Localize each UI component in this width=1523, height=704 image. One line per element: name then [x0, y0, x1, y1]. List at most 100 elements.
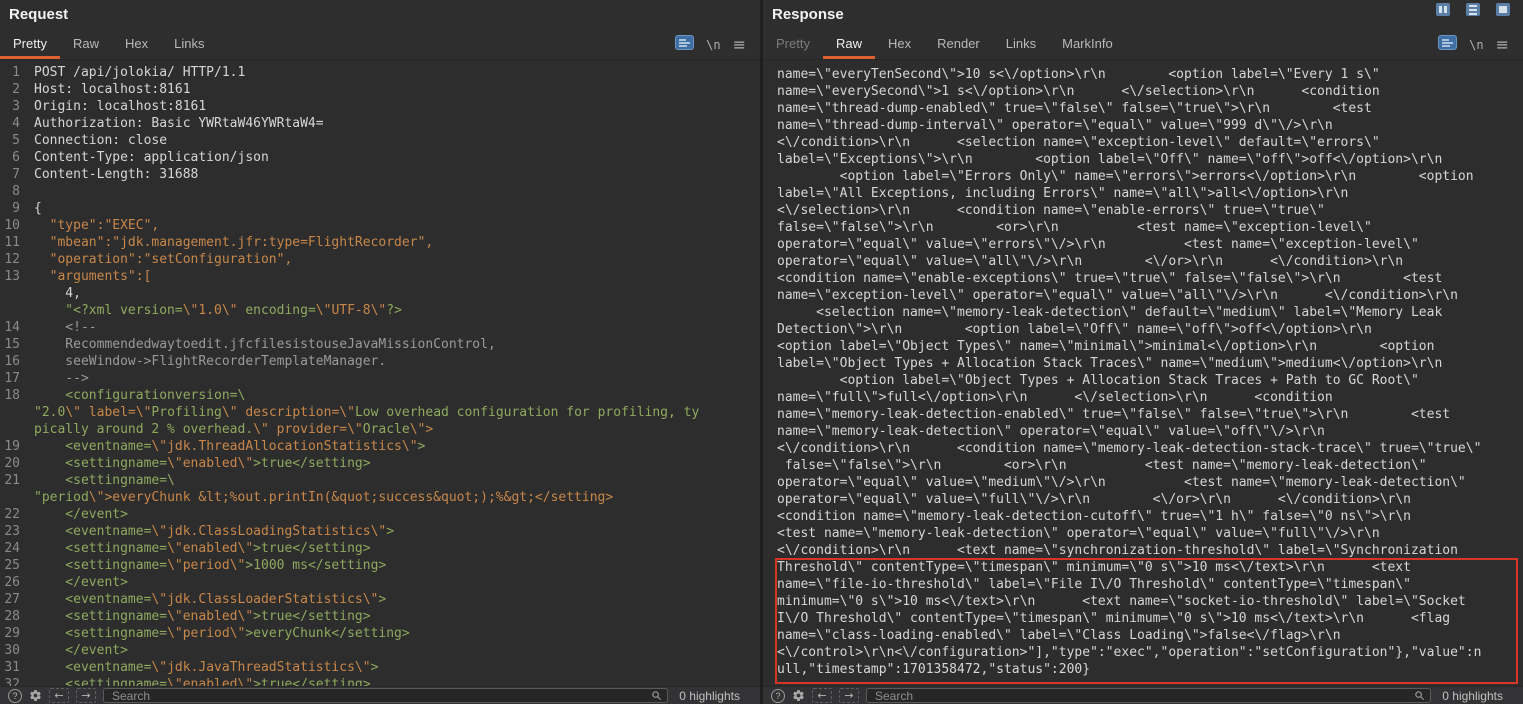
code-line: 6Content-Type: application/json	[4, 149, 760, 166]
code-line: <\/condition>\r\n <selection name=\"exce…	[777, 134, 1523, 151]
search-settings-icon[interactable]	[792, 689, 805, 702]
code-line: "period\">everyChunk &lt;%out.printIn(&q…	[4, 489, 760, 506]
code-line: 10 "type":"EXEC",	[4, 217, 760, 234]
line-number: 32	[4, 676, 20, 686]
code-line: 12 "operation":"setConfiguration",	[4, 251, 760, 268]
pretty-print-icon[interactable]	[1438, 35, 1457, 55]
code-line: "2.0\" label=\"Profiling\" description=\…	[4, 404, 760, 421]
code-line: false=\"false\">\r\n <or>\r\n <test name…	[777, 219, 1523, 236]
request-editor-tools: \n ≡	[675, 30, 760, 59]
search-input[interactable]	[866, 688, 1431, 703]
code-line: 4,	[4, 285, 760, 302]
code-line: operator=\"equal\" value=\"errors\"\/>\r…	[777, 236, 1523, 253]
code-line: <\/condition>\r\n <text name=\"synchroni…	[777, 542, 1523, 559]
response-tab-render[interactable]: Render	[924, 30, 993, 59]
code-line: 27 <eventname=\"jdk.ClassLoaderStatistic…	[4, 591, 760, 608]
search-next-button[interactable]: →	[839, 688, 859, 703]
line-number: 3	[4, 98, 20, 115]
line-number: 11	[4, 234, 20, 251]
response-tab-hex[interactable]: Hex	[875, 30, 924, 59]
code-line: operator=\"equal\" value=\"all\"\/>\r\n …	[777, 253, 1523, 270]
code-line: <\/control>\r\n<\/configuration>"],"type…	[777, 644, 1523, 661]
request-tab-pretty[interactable]: Pretty	[0, 30, 60, 59]
code-line: <option label=\"Errors Only\" name=\"err…	[777, 168, 1523, 185]
code-line: name=\"full\">full<\/option>\r\n <\/sele…	[777, 389, 1523, 406]
request-editor[interactable]: 1POST /api/jolokia/ HTTP/1.12Host: local…	[0, 60, 760, 686]
search-highlights-count: 0 highlights	[675, 689, 752, 703]
line-number: 21	[4, 472, 20, 489]
request-tab-hex[interactable]: Hex	[112, 30, 161, 59]
line-number: 29	[4, 625, 20, 642]
line-number: 28	[4, 608, 20, 625]
line-number: 14	[4, 319, 20, 336]
pretty-print-icon[interactable]	[675, 35, 694, 55]
line-number: 19	[4, 438, 20, 455]
code-line: <option label=\"Object Types + Allocatio…	[777, 372, 1523, 389]
code-line: 9{	[4, 200, 760, 217]
layout-single-button[interactable]	[1496, 3, 1510, 16]
code-line: <condition name=\"memory-leak-detection-…	[777, 508, 1523, 525]
code-line: 13 "arguments":[	[4, 268, 760, 285]
layout-columns-button[interactable]	[1436, 3, 1450, 16]
request-tab-links[interactable]: Links	[161, 30, 217, 59]
editor-menu-icon[interactable]: ≡	[1496, 37, 1509, 53]
line-number: 7	[4, 166, 20, 183]
response-tab-markinfo[interactable]: MarkInfo	[1049, 30, 1126, 59]
response-tab-links[interactable]: Links	[993, 30, 1049, 59]
search-next-button[interactable]: →	[76, 688, 96, 703]
response-editor[interactable]: name=\"everyTenSecond\">10 s<\/option>\r…	[763, 60, 1523, 686]
code-line: 29 <settingname=\"period\">everyChunk</s…	[4, 625, 760, 642]
code-line: 4Authorization: Basic YWRtaW46YWRtaW4=	[4, 115, 760, 132]
code-line: minimum=\"0 s\">10 ms<\/text>\r\n <text …	[777, 593, 1523, 610]
code-line: Detection\">\r\n <option label=\"Off\" n…	[777, 321, 1523, 338]
newline-toggle-icon[interactable]: \n	[1469, 38, 1483, 52]
line-number: 26	[4, 574, 20, 591]
code-line: <condition name=\"enable-exceptions\" tr…	[777, 270, 1523, 287]
response-tab-raw[interactable]: Raw	[823, 30, 875, 59]
code-line: label=\"Object Types + Allocation Stack …	[777, 355, 1523, 372]
line-number: 24	[4, 540, 20, 557]
code-line: name=\"everySecond\">1 s<\/option>\r\n <…	[777, 83, 1523, 100]
code-line: operator=\"equal\" value=\"medium\"\/>\r…	[777, 474, 1523, 491]
code-line: 17 -->	[4, 370, 760, 387]
code-line: pically around 2 % overhead.\" provider=…	[4, 421, 760, 438]
help-icon[interactable]: ?	[771, 689, 785, 703]
help-icon[interactable]: ?	[8, 689, 22, 703]
code-line: 5Connection: close	[4, 132, 760, 149]
newline-toggle-icon[interactable]: \n	[706, 38, 720, 52]
code-line: 1POST /api/jolokia/ HTTP/1.1	[4, 64, 760, 81]
line-number: 27	[4, 591, 20, 608]
code-line: Threshold\" contentType=\"timespan\" min…	[777, 559, 1523, 576]
line-number: 20	[4, 455, 20, 472]
line-number: 13	[4, 268, 20, 285]
code-line: name=\"memory-leak-detection\" operator=…	[777, 423, 1523, 440]
line-number: 4	[4, 115, 20, 132]
editor-menu-icon[interactable]: ≡	[733, 37, 746, 53]
code-line: operator=\"equal\" value=\"full\"\/>\r\n…	[777, 491, 1523, 508]
code-line: false=\"false\">\r\n <or>\r\n <test name…	[777, 457, 1523, 474]
line-number: 1	[4, 64, 20, 81]
response-tab-pretty[interactable]: Pretty	[763, 30, 823, 59]
request-panel: Request Pretty Raw Hex Links \n ≡ 1POST …	[0, 0, 760, 704]
layout-rows-button[interactable]	[1466, 3, 1480, 16]
request-searchbar: ? ← → 0 highlights	[0, 686, 760, 704]
line-number: 8	[4, 183, 20, 200]
code-line: 18 <configurationversion=\	[4, 387, 760, 404]
search-settings-icon[interactable]	[29, 689, 42, 702]
code-line: name=\"file-io-threshold\" label=\"File …	[777, 576, 1523, 593]
code-line: <option label=\"Object Types\" name=\"mi…	[777, 338, 1523, 355]
code-line: 2Host: localhost:8161	[4, 81, 760, 98]
search-highlights-count: 0 highlights	[1438, 689, 1515, 703]
code-line: 25 <settingname=\"period\">1000 ms</sett…	[4, 557, 760, 574]
line-number: 15	[4, 336, 20, 353]
search-prev-button[interactable]: ←	[812, 688, 832, 703]
line-number: 10	[4, 217, 20, 234]
code-line: 15 Recommendedwaytoedit.jfcfilesistouseJ…	[4, 336, 760, 353]
code-line: 26 </event>	[4, 574, 760, 591]
search-input[interactable]	[103, 688, 668, 703]
search-prev-button[interactable]: ←	[49, 688, 69, 703]
response-editor-tools: \n ≡	[1438, 30, 1523, 59]
code-line: <\/selection>\r\n <condition name=\"enab…	[777, 202, 1523, 219]
code-line: 14 <!--	[4, 319, 760, 336]
request-tab-raw[interactable]: Raw	[60, 30, 112, 59]
